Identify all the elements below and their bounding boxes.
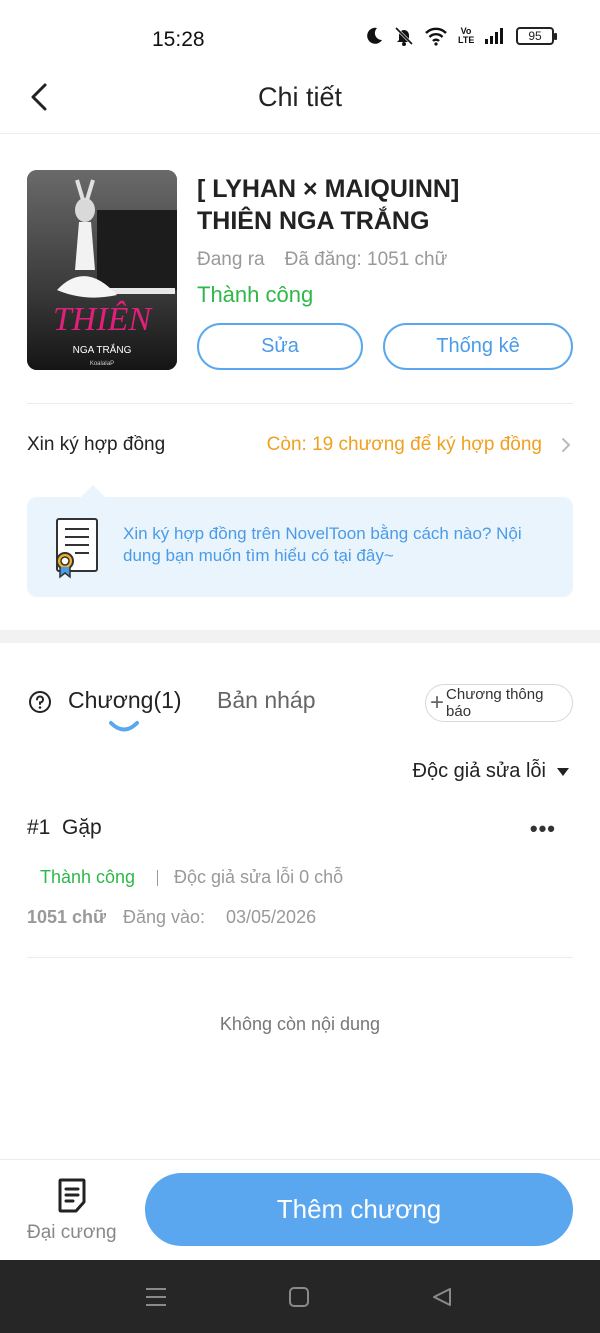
page-title: Chi tiết <box>257 82 343 112</box>
list-end-text: Không còn nội dung <box>219 1014 381 1034</box>
square-icon[interactable] <box>288 1286 310 1308</box>
battery-level: 95 <box>528 29 542 43</box>
section-gap <box>0 630 600 643</box>
reader-fix-label: Độc giả sửa lỗi <box>412 760 546 782</box>
tab-drafts[interactable]: Bản nháp <box>217 687 315 714</box>
chevron-right-icon[interactable] <box>560 436 572 454</box>
outline-label: Đại cương <box>27 1222 117 1243</box>
outline-button[interactable]: Đại cương <box>27 1176 119 1246</box>
triangle-down-icon <box>557 767 569 776</box>
edit-button[interactable]: Sửa <box>197 323 363 370</box>
book-status: Thành công <box>197 282 314 307</box>
network-label: Vo LTE <box>458 26 475 45</box>
book-state: Đang ra <box>197 249 265 270</box>
notice-chapter-button[interactable]: + Chương thông báo <box>425 684 573 722</box>
book-cover[interactable]: THIÊN NGA TRẮNG KoalaIaP <box>27 170 177 370</box>
book-title-line2: THIÊN NGA TRẮNG <box>197 207 430 235</box>
signal-icon <box>485 28 503 44</box>
status-icons: Vo LTE 95 <box>364 26 557 46</box>
contract-info-text[interactable]: Xin ký hợp đồng trên NovelToon bằng cách… <box>123 523 561 567</box>
stats-button[interactable]: Thống kê <box>383 323 573 370</box>
cover-author: KoalaIaP <box>90 361 114 367</box>
reader-fix-filter[interactable]: Độc giả sửa lỗi <box>413 760 570 783</box>
book-meta: Đang ra Đã đăng: 1051 chữ <box>197 249 447 271</box>
wifi-icon <box>425 27 447 46</box>
chapter-date: 03/05/2026 <box>226 907 317 927</box>
menu-icon[interactable] <box>144 1286 168 1308</box>
plus-icon: + <box>430 689 445 716</box>
document-icon <box>58 1178 86 1213</box>
tab-chapters[interactable]: Chương(1) <box>68 687 182 714</box>
status-time: 15:28 <box>152 28 205 51</box>
cover-subtitle: NGA TRẮNG <box>73 343 132 356</box>
chapter-status: Thành công <box>40 867 136 887</box>
chapter-fix-count: Độc giả sửa lỗi 0 chỗ <box>174 867 344 887</box>
add-chapter-button[interactable]: Thêm chương <box>145 1173 573 1246</box>
bell-off-icon <box>394 26 414 46</box>
book-title-line1: [ LYHAN × MAIQUINN] <box>197 175 460 203</box>
moon-icon <box>367 27 382 44</box>
contract-remaining[interactable]: Còn: 19 chương để ký hợp đồng <box>267 434 542 456</box>
question-circle-icon[interactable] <box>28 690 52 714</box>
divider <box>27 403 573 404</box>
separator <box>157 870 158 886</box>
notice-chapter-label: Chương thông báo <box>446 686 544 720</box>
battery-icon: 95 <box>516 27 557 45</box>
header: Chi tiết <box>0 62 600 134</box>
book-words: Đã đăng: 1051 chữ <box>284 249 448 270</box>
triangle-back-icon[interactable] <box>431 1286 453 1308</box>
tab-active-indicator <box>109 721 139 732</box>
certificate-icon <box>56 518 98 579</box>
cover-art: THIÊN NGA TRẮNG KoalaIaP <box>27 170 177 370</box>
chapter-date-label: Đăng vào: <box>123 907 206 927</box>
divider <box>27 957 573 958</box>
more-options-button[interactable]: ••• <box>530 816 556 842</box>
system-nav-bar <box>0 1260 600 1333</box>
contract-info-card[interactable]: Xin ký hợp đồng trên NovelToon bằng cách… <box>27 485 573 597</box>
cover-title: THIÊN <box>53 301 154 338</box>
contract-label: Xin ký hợp đồng <box>27 434 166 455</box>
chapter-words: 1051 chữ <box>27 907 107 927</box>
book-title: [ LYHAN × MAIQUINN] THIÊN NGA TRẮNG <box>197 173 577 237</box>
chapter-title[interactable]: #1 Gặp <box>27 816 102 840</box>
